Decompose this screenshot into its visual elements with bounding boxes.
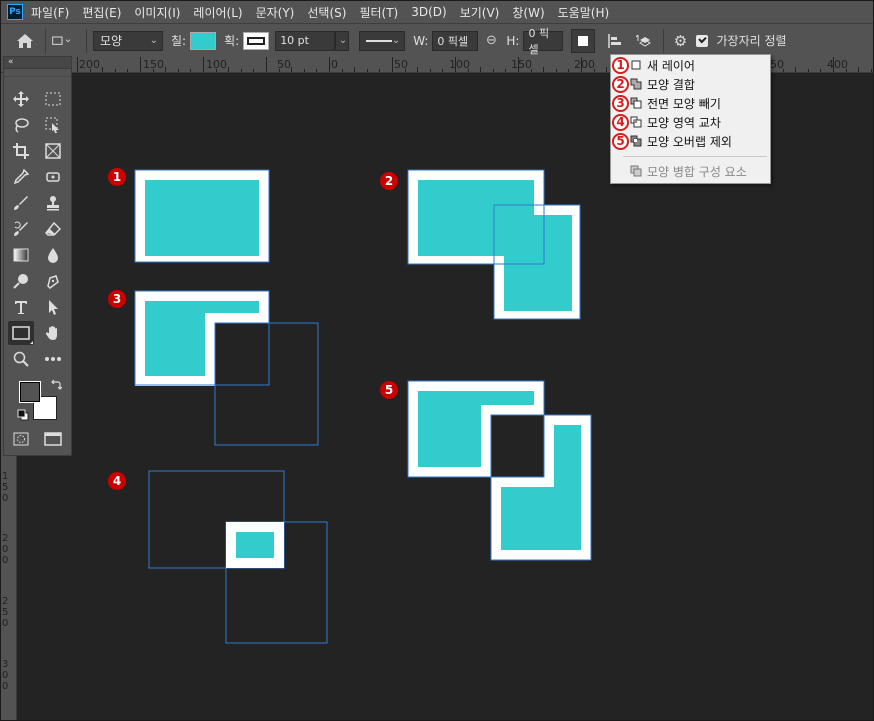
menu-item-exclude-overlapping-shapes[interactable]: 5 모양 오버랩 제외 <box>611 132 771 150</box>
history-brush-icon <box>14 221 28 236</box>
stamp-icon <box>47 196 59 211</box>
menu-item-new-layer[interactable]: 1 새 레이어 <box>611 56 771 74</box>
menu-item-combine-shapes[interactable]: 2 모양 결합 <box>611 75 771 93</box>
dodge-icon <box>13 274 28 289</box>
collapse-panel-icon[interactable]: « <box>4 57 71 69</box>
hand-icon <box>45 326 57 340</box>
eyedropper-icon <box>13 169 29 185</box>
lasso-tool[interactable] <box>8 113 34 137</box>
example-badge: 3 <box>108 290 126 308</box>
move-tool[interactable] <box>8 87 34 111</box>
item-number: 5 <box>612 132 629 150</box>
brush-icon <box>14 196 28 210</box>
type-icon <box>15 301 27 314</box>
gradient-icon <box>13 248 29 262</box>
subtract-front-shape-icon <box>630 97 642 109</box>
foreground-color-swatch[interactable] <box>19 381 41 403</box>
default-colors-icon[interactable] <box>17 409 29 421</box>
spot-healing-tool[interactable] <box>40 165 66 189</box>
more-dots-icon <box>45 357 61 361</box>
crop-icon <box>13 143 29 159</box>
history-brush-tool[interactable] <box>8 217 34 241</box>
menu-divider <box>623 156 767 157</box>
hand-tool[interactable] <box>40 321 66 345</box>
spot-healing-icon <box>46 172 60 182</box>
new-layer-icon <box>631 60 641 70</box>
menu-item-label: 새 레이어 <box>647 58 695 73</box>
tool-group-indicator <box>30 341 33 344</box>
clone-stamp-tool[interactable] <box>40 191 66 215</box>
shape-fill <box>236 532 274 558</box>
pen-tool[interactable] <box>40 269 66 293</box>
combine-shapes-icon <box>630 78 642 90</box>
menu-item-label: 모양 영역 교차 <box>647 115 721 130</box>
shape-fill <box>494 205 534 256</box>
shape-path <box>214 322 319 446</box>
tools-panel: « <box>3 56 72 456</box>
example-new-layer <box>134 169 270 263</box>
example-badge: 5 <box>380 381 398 399</box>
merge-shape-components-icon <box>630 165 642 177</box>
eraser-icon <box>45 221 61 236</box>
menu-item-label: 모양 결합 <box>647 77 695 92</box>
path-selection-arrow-icon <box>49 300 58 315</box>
eyedropper-tool[interactable] <box>8 165 34 189</box>
shape-fill <box>145 180 259 256</box>
frame-tool[interactable] <box>40 139 66 163</box>
item-number: 4 <box>612 113 629 131</box>
path-operations-menu: 1 새 레이어 2 모양 결합 3 전면 모양 빼기 4 모양 영역 교차 5 … <box>610 54 771 184</box>
marquee-icon <box>45 92 61 106</box>
rectangle-tool[interactable] <box>8 321 34 345</box>
menu-item-subtract-front-shape[interactable]: 3 전면 모양 빼기 <box>611 94 771 112</box>
example-subtract-front-shape <box>134 290 319 446</box>
zoom-icon <box>13 351 29 367</box>
more-tools-button[interactable] <box>40 347 66 371</box>
example-intersect-shape-areas <box>148 470 328 644</box>
rectangle-icon <box>12 326 30 340</box>
object-selection-tool[interactable] <box>40 113 66 137</box>
item-number: 2 <box>612 75 629 93</box>
item-number: 1 <box>612 56 629 74</box>
color-picker <box>16 379 64 423</box>
blur-tool[interactable] <box>40 243 66 267</box>
example-badge: 2 <box>380 172 398 190</box>
shape-fill <box>145 301 259 376</box>
menu-item-label: 모양 오버랩 제외 <box>647 134 732 149</box>
crop-tool[interactable] <box>8 139 34 163</box>
swap-colors-icon[interactable] <box>50 379 62 391</box>
eraser-tool[interactable] <box>40 217 66 241</box>
zoom-tool[interactable] <box>8 347 34 371</box>
path-selection-tool[interactable] <box>40 295 66 319</box>
quick-mask-icon <box>13 432 29 446</box>
panel-grip[interactable] <box>4 69 71 77</box>
example-badge: 1 <box>108 168 126 186</box>
intersect-shape-areas-icon <box>630 116 642 128</box>
item-number: 3 <box>612 94 629 112</box>
menu-item-merge-shape-components[interactable]: 모양 병합 구성 요소 <box>611 162 771 180</box>
shape-fill <box>418 391 534 467</box>
example-badge: 4 <box>108 472 126 490</box>
screen-mode-button[interactable] <box>40 427 66 451</box>
quick-mask-button[interactable] <box>8 427 34 451</box>
gradient-tool[interactable] <box>8 243 34 267</box>
marquee-tool[interactable] <box>40 87 66 111</box>
exclude-overlapping-shapes-icon <box>630 135 642 147</box>
frame-icon <box>45 143 61 159</box>
menu-item-label: 전면 모양 빼기 <box>647 96 721 111</box>
example-exclude-overlapping-shapes <box>407 380 592 561</box>
brush-tool[interactable] <box>8 191 34 215</box>
blur-drop-icon <box>48 248 58 263</box>
object-selection-icon <box>45 117 59 133</box>
menu-item-label: 모양 병합 구성 요소 <box>647 164 747 179</box>
screen-mode-icon <box>44 432 62 446</box>
type-tool[interactable] <box>8 295 34 319</box>
example-combine-shapes <box>407 169 581 320</box>
menu-item-intersect-shape-areas[interactable]: 4 모양 영역 교차 <box>611 113 771 131</box>
move-icon <box>13 91 29 107</box>
pen-icon <box>47 275 59 289</box>
lasso-icon <box>15 118 29 133</box>
shape-fill <box>501 425 581 550</box>
dodge-tool[interactable] <box>8 269 34 293</box>
